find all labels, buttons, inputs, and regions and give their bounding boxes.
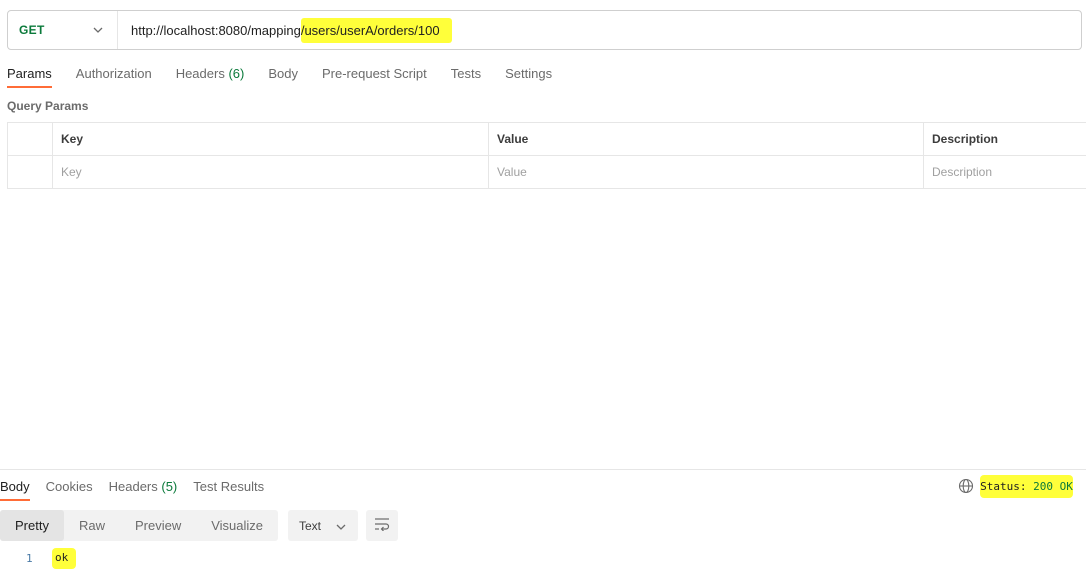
query-params-table: Key Value Description Key Value Descript…	[7, 122, 1086, 189]
chevron-down-icon	[93, 25, 103, 35]
request-tabs: Params Authorization Headers (6) Body Pr…	[7, 66, 576, 88]
url-bar: GET http://localhost:8080/mapping/users/…	[7, 10, 1082, 50]
column-header-description: Description	[932, 132, 999, 146]
tab-body[interactable]: Body	[268, 66, 298, 88]
table-header-row: Key Value Description	[8, 123, 1086, 156]
tab-headers[interactable]: Headers (6)	[176, 66, 245, 88]
description-input[interactable]: Description	[924, 156, 1086, 188]
method-selector[interactable]: GET	[8, 11, 118, 49]
url-input[interactable]: http://localhost:8080/mapping/users/user…	[118, 17, 452, 43]
method-label: GET	[19, 23, 45, 37]
response-body-text: ok	[52, 548, 77, 569]
tab-authorization[interactable]: Authorization	[76, 66, 152, 88]
url-prefix: http://localhost:8080/mapping	[131, 22, 301, 38]
tab-pre-request-script[interactable]: Pre-request Script	[322, 66, 427, 88]
view-mode-visualize[interactable]: Visualize	[196, 510, 278, 541]
view-mode-raw[interactable]: Raw	[64, 510, 120, 541]
view-mode-preview[interactable]: Preview	[120, 510, 196, 541]
response-code-line: 1 ok	[26, 548, 77, 569]
wrap-lines-icon	[374, 517, 390, 534]
column-header-value: Value	[489, 123, 924, 155]
status-badge[interactable]: Status: 200 OK	[980, 475, 1073, 498]
status-value: 200 OK	[1033, 480, 1073, 493]
format-label: Text	[299, 518, 322, 533]
tab-settings[interactable]: Settings	[505, 66, 552, 88]
view-mode-pretty[interactable]: Pretty	[0, 510, 64, 541]
column-header-key: Key	[53, 123, 489, 155]
value-input[interactable]: Value	[489, 156, 924, 188]
query-params-title: Query Params	[7, 99, 89, 113]
response-divider[interactable]	[0, 469, 1086, 470]
row-checkbox-cell	[8, 156, 53, 188]
wrap-lines-button[interactable]	[366, 510, 398, 541]
response-headers-count: (5)	[161, 479, 178, 494]
globe-icon[interactable]	[958, 478, 974, 494]
headers-count: (6)	[228, 66, 245, 81]
response-tabs: Body Cookies Headers (5) Test Results	[0, 479, 280, 501]
table-row: Key Value Description	[8, 156, 1086, 189]
chevron-down-icon	[336, 519, 346, 533]
tab-tests[interactable]: Tests	[451, 66, 481, 88]
response-tab-cookies[interactable]: Cookies	[46, 479, 93, 501]
line-number: 1	[26, 552, 33, 565]
table-checkbox-column	[8, 123, 53, 155]
key-input[interactable]: Key	[53, 156, 489, 188]
response-tab-test-results[interactable]: Test Results	[193, 479, 264, 501]
url-highlighted-path: /users/userA/orders/100	[300, 17, 452, 43]
format-dropdown[interactable]: Text	[288, 510, 358, 541]
status-prefix: Status:	[980, 480, 1027, 493]
response-tab-body[interactable]: Body	[0, 479, 30, 501]
view-mode-selector: Pretty Raw Preview Visualize	[0, 510, 279, 541]
response-tab-headers[interactable]: Headers (5)	[109, 479, 178, 501]
tab-params[interactable]: Params	[7, 66, 52, 88]
